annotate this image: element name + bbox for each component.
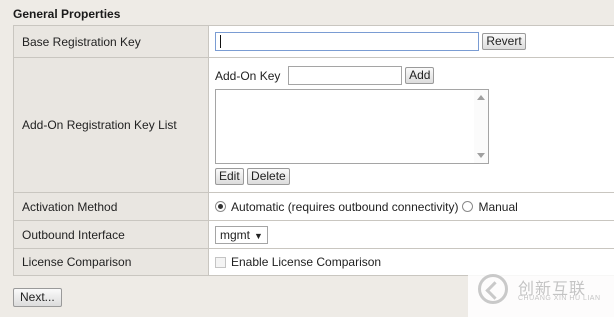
automatic-radio[interactable] [215,201,226,213]
row-base-registration-key: Base Registration Key Revert [13,25,614,58]
base-registration-key-input[interactable] [215,32,479,51]
scroll-down-icon[interactable] [477,153,485,158]
base-registration-key-label: Base Registration Key [13,25,209,58]
addon-key-input[interactable] [287,66,402,85]
enable-license-comparison-checkbox[interactable] [215,256,226,268]
automatic-radio-label[interactable]: Automatic (requires outbound connectivit… [231,200,458,214]
outbound-interface-select[interactable]: mgmt ▼ [215,225,268,244]
watermark-en-text: CHUANG XIN HU LIAN [518,295,601,302]
delete-button[interactable]: Delete [247,168,290,185]
section-title: General Properties [13,7,121,21]
addon-key-list[interactable] [215,89,489,164]
scrollbar[interactable] [474,90,488,163]
next-button[interactable]: Next... [13,288,62,307]
scroll-up-icon[interactable] [477,95,485,100]
addon-key-label: Add-On Key [215,68,281,83]
outbound-interface-label: Outbound Interface [13,220,209,249]
addon-registration-key-list-label: Add-On Registration Key List [13,57,209,193]
row-outbound-interface: Outbound Interface mgmt ▼ [13,220,614,249]
revert-button[interactable]: Revert [482,33,526,50]
logo-icon [478,274,508,304]
license-comparison-label: License Comparison [13,248,209,276]
activation-method-label: Activation Method [13,192,209,221]
text-caret [220,35,221,48]
row-activation-method: Activation Method Automatic (requires ou… [13,192,614,221]
edit-button[interactable]: Edit [215,168,244,185]
manual-radio-label[interactable]: Manual [478,200,517,214]
chevron-down-icon: ▼ [254,230,263,241]
general-properties-table: Base Registration Key Revert Add-On Regi… [13,25,614,276]
manual-radio[interactable] [462,201,474,213]
outbound-interface-value: mgmt [220,227,250,242]
enable-license-comparison-label[interactable]: Enable License Comparison [231,255,381,269]
row-addon-registration-key-list: Add-On Registration Key List Add-On Key … [13,57,614,193]
watermark: 创新互联 CHUANG XIN HU LIAN [468,265,614,317]
add-button[interactable]: Add [405,67,435,84]
